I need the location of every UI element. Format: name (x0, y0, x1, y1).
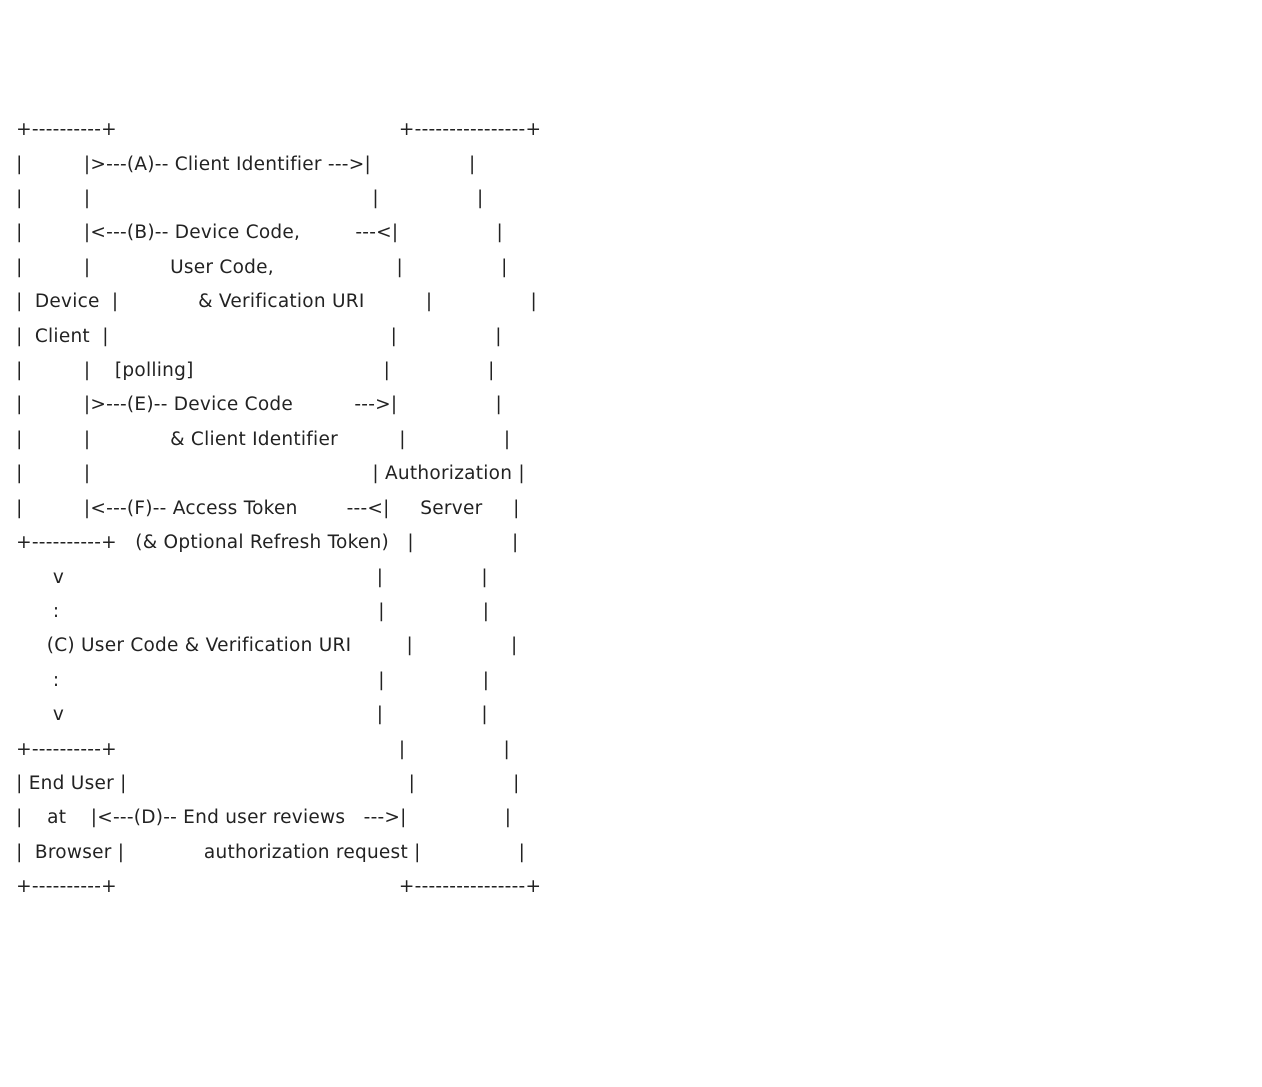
diagram-line: | Browser | authorization request | | (10, 842, 525, 863)
diagram-line: | | [polling] | | (10, 360, 495, 381)
diagram-line: +----------+ +----------------+ (10, 876, 541, 897)
diagram-line: | Client | | | (10, 326, 502, 347)
diagram-line: +----------+ (& Optional Refresh Token) … (10, 532, 518, 553)
diagram-line: | |<---(B)-- Device Code, ---<| | (10, 222, 503, 243)
diagram-line: | | & Client Identifier | | (10, 429, 510, 450)
diagram-line: (C) User Code & Verification URI | | (10, 635, 518, 656)
diagram-line: | Device | & Verification URI | | (10, 291, 537, 312)
diagram-line: | | | | (10, 188, 483, 209)
diagram-line: v | | (10, 567, 488, 588)
diagram-line: | |<---(F)-- Access Token ---<| Server | (10, 498, 520, 519)
diagram-line: v | | (10, 704, 488, 725)
diagram-line: | at |<---(D)-- End user reviews --->| | (10, 807, 511, 828)
diagram-line: : | | (10, 601, 489, 622)
diagram-line: +----------+ +----------------+ (10, 119, 541, 140)
diagram-line: | | User Code, | | (10, 257, 508, 278)
diagram-line: | End User | | | (10, 773, 520, 794)
diagram-line: | |>---(A)-- Client Identifier --->| | (10, 154, 476, 175)
diagram-line: +----------+ | | (10, 739, 510, 760)
diagram-line: | | | Authorization | (10, 463, 525, 484)
diagram-line: : | | (10, 670, 489, 691)
ascii-diagram: +----------+ +----------------+ | |>---(… (10, 113, 1252, 904)
diagram-line: | |>---(E)-- Device Code --->| | (10, 394, 502, 415)
